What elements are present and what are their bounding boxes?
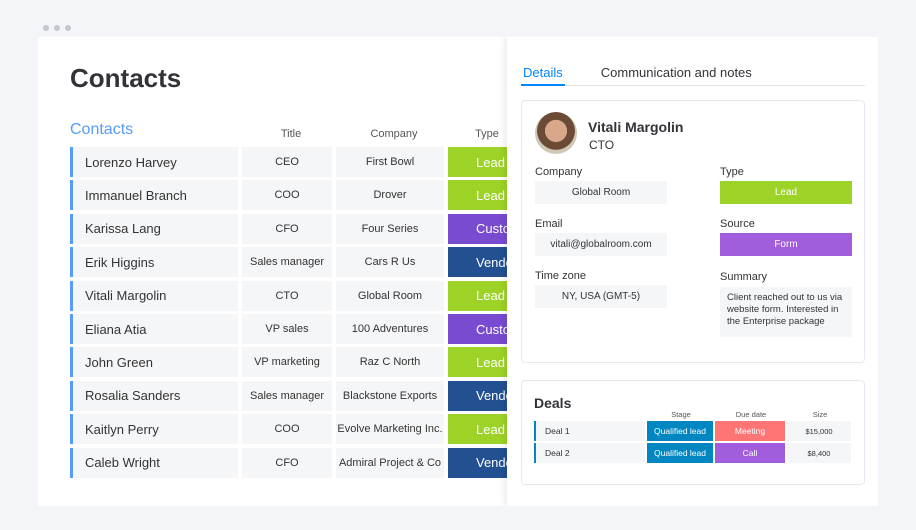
- title-cell[interactable]: COO: [242, 180, 332, 211]
- table-row[interactable]: Immanuel Branch COO Drover Lead: [70, 180, 518, 211]
- title-cell[interactable]: COO: [242, 414, 332, 445]
- title-cell[interactable]: CEO: [242, 147, 332, 177]
- tab-details[interactable]: Details: [521, 65, 565, 86]
- table-row[interactable]: Lorenzo Harvey CEO First Bowl Lead: [70, 147, 518, 177]
- tab-bar: Details Communication and notes: [521, 65, 865, 86]
- title-cell[interactable]: Sales manager: [242, 247, 332, 278]
- company-cell[interactable]: Drover: [336, 180, 444, 211]
- company-cell[interactable]: Blackstone Exports: [336, 380, 444, 411]
- column-header-title: Title: [280, 128, 302, 140]
- contact-title: CTO: [589, 138, 615, 152]
- deals-card: Deals Stage Due date Size Deal 1 Qualifi…: [521, 380, 865, 485]
- company-cell[interactable]: Admiral Project & Co: [336, 447, 444, 478]
- deal-stage[interactable]: Qualified lead: [647, 421, 713, 441]
- deal-due[interactable]: Meeting: [715, 421, 785, 441]
- window-controls: [43, 25, 71, 31]
- contact-name: Vitali Margolin: [588, 119, 684, 135]
- deal-row[interactable]: Deal 2 Qualified lead Call $8,400: [534, 443, 851, 463]
- company-field[interactable]: Global Room: [535, 181, 667, 204]
- summary-label: Summary: [720, 271, 768, 283]
- contact-name-cell[interactable]: Eliana Atia: [70, 314, 238, 344]
- source-label: Source: [720, 218, 755, 230]
- title-cell[interactable]: CTO: [242, 280, 332, 311]
- deal-size[interactable]: $8,400: [787, 443, 851, 463]
- contact-name-cell[interactable]: Lorenzo Harvey: [70, 147, 238, 177]
- page-title: Contacts: [70, 63, 182, 93]
- table-row[interactable]: Vitali Margolin CTO Global Room Lead: [70, 280, 518, 311]
- table-row[interactable]: Erik Higgins Sales manager Cars R Us Ven…: [70, 247, 518, 278]
- timezone-field[interactable]: NY, USA (GMT-5): [535, 285, 667, 308]
- title-cell[interactable]: CFO: [242, 447, 332, 478]
- deal-name[interactable]: Deal 1: [534, 421, 645, 441]
- title-cell[interactable]: VP sales: [242, 314, 332, 344]
- contact-name-cell[interactable]: Vitali Margolin: [70, 280, 238, 311]
- contact-name-cell[interactable]: Rosalia Sanders: [70, 380, 238, 411]
- timezone-label: Time zone: [535, 270, 586, 282]
- contact-card: Vitali Margolin CTO Company Global Room …: [521, 100, 865, 363]
- table-row[interactable]: Karissa Lang CFO Four Series Customer: [70, 213, 518, 244]
- deal-due[interactable]: Call: [715, 443, 785, 463]
- contact-name-cell[interactable]: Karissa Lang: [70, 213, 238, 244]
- deal-name[interactable]: Deal 2: [534, 443, 645, 463]
- company-cell[interactable]: Global Room: [336, 280, 444, 311]
- group-title[interactable]: Contacts: [70, 121, 133, 139]
- deal-stage[interactable]: Qualified lead: [647, 443, 713, 463]
- deals-header-size: Size: [812, 410, 828, 419]
- type-status[interactable]: Lead: [720, 181, 852, 204]
- table-row[interactable]: Kaitlyn Perry COO Evolve Marketing Inc. …: [70, 414, 518, 445]
- contact-name-cell[interactable]: John Green: [70, 347, 238, 378]
- contact-name-cell[interactable]: Kaitlyn Perry: [70, 414, 238, 445]
- title-cell[interactable]: CFO: [242, 213, 332, 244]
- details-panel: Details Communication and notes Vitali M…: [507, 37, 878, 506]
- email-label: Email: [535, 218, 563, 230]
- company-cell[interactable]: Four Series: [336, 213, 444, 244]
- avatar: [535, 112, 577, 154]
- contact-name-cell[interactable]: Caleb Wright: [70, 447, 238, 478]
- summary-field[interactable]: Client reached out to us via website for…: [720, 287, 852, 337]
- table-row[interactable]: Caleb Wright CFO Admiral Project & Co Ve…: [70, 447, 518, 478]
- title-cell[interactable]: VP marketing: [242, 347, 332, 378]
- company-cell[interactable]: Raz C North: [336, 347, 444, 378]
- deals-header-stage: Stage: [671, 410, 691, 419]
- column-header-company: Company: [370, 128, 418, 140]
- title-cell[interactable]: Sales manager: [242, 380, 332, 411]
- company-label: Company: [535, 166, 583, 178]
- company-cell[interactable]: First Bowl: [336, 147, 444, 177]
- company-cell[interactable]: Cars R Us: [336, 247, 444, 278]
- deals-header-due: Due date: [735, 410, 767, 419]
- table-row[interactable]: John Green VP marketing Raz C North Lead: [70, 347, 518, 378]
- email-field[interactable]: vitali@globalroom.com: [535, 233, 667, 256]
- app-window: Contacts Contacts Title Company Type Lor…: [38, 37, 878, 506]
- tab-communication[interactable]: Communication and notes: [599, 65, 754, 86]
- company-cell[interactable]: 100 Adventures: [336, 314, 444, 344]
- source-status[interactable]: Form: [720, 233, 852, 256]
- contact-name-cell[interactable]: Immanuel Branch: [70, 180, 238, 211]
- contact-name-cell[interactable]: Erik Higgins: [70, 247, 238, 278]
- table-row[interactable]: Eliana Atia VP sales 100 Adventures Cust…: [70, 314, 518, 344]
- deals-title: Deals: [534, 395, 572, 411]
- deal-row[interactable]: Deal 1 Qualified lead Meeting $15,000: [534, 421, 851, 441]
- company-cell[interactable]: Evolve Marketing Inc.: [336, 414, 444, 445]
- type-label: Type: [720, 166, 744, 178]
- table-row[interactable]: Rosalia Sanders Sales manager Blackstone…: [70, 380, 518, 411]
- deal-size[interactable]: $15,000: [787, 421, 851, 441]
